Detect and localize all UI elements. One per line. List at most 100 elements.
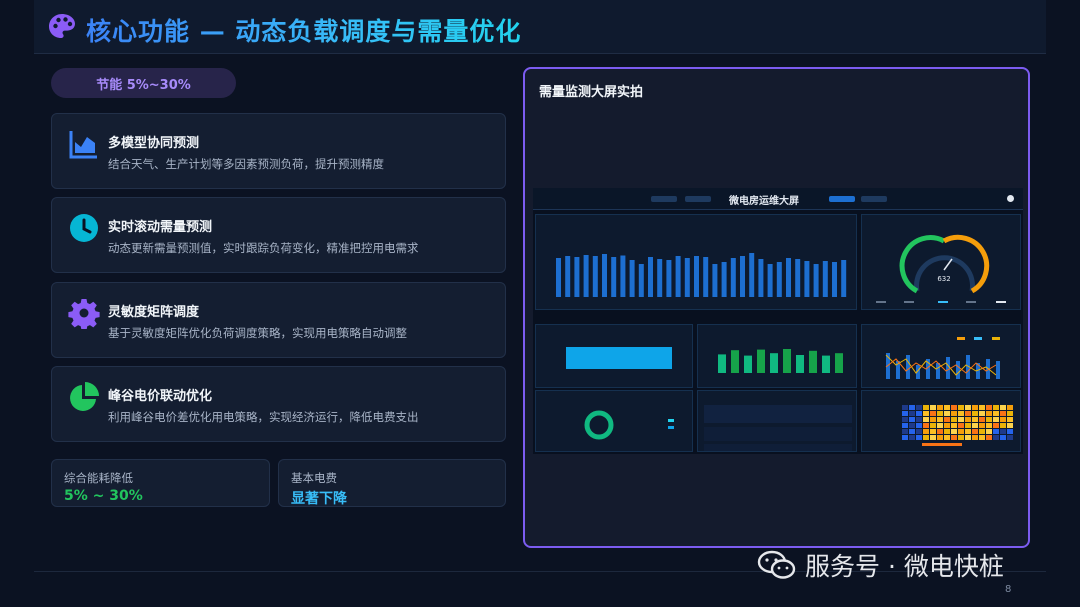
heatmap-cell (993, 429, 999, 434)
heatmap-cell (909, 405, 915, 410)
dashboard-screenshot: 微电房运维大屏 632 (533, 188, 1023, 454)
gauge-chart: 632 (876, 234, 1006, 303)
thumbnail-green-bar (809, 350, 817, 373)
thumbnail-bar (583, 255, 589, 297)
dashboard-tab (685, 196, 711, 202)
combo-chart (885, 337, 1000, 379)
heatmap-cell (979, 429, 985, 434)
thumbnail-green-bar (822, 355, 830, 373)
thumbnail-bar (565, 256, 571, 297)
dashboard-tab-active (829, 196, 855, 202)
heatmap-cell (930, 417, 936, 422)
heatmap-cell (916, 417, 922, 422)
heatmap-cell (951, 411, 957, 416)
heatmap-cell (909, 423, 915, 428)
heatmap-cell (916, 429, 922, 434)
dashboard-log-panel (697, 390, 857, 452)
dashboard-topbar: 微电房运维大屏 (533, 188, 1023, 210)
heatmap-cell (930, 405, 936, 410)
heatmap-cell (1007, 417, 1013, 422)
heatmap-cell (923, 423, 929, 428)
heatmap-cell (979, 417, 985, 422)
heatmap-cell (958, 417, 964, 422)
heatmap-cell (986, 429, 992, 434)
heatmap-cell (951, 429, 957, 434)
feature-desc: 利用峰谷电价差优化用电策略，实现经济运行，降低电费支出 (108, 410, 419, 424)
heatmap-cell (930, 423, 936, 428)
header-bar: 核心功能 — 动态负载调度与需量优化 (34, 0, 1046, 54)
thumbnail-bar (694, 256, 699, 297)
dashboard-donut-panel (535, 390, 693, 452)
heatmap-cell (930, 429, 936, 434)
heatmap-cell (902, 417, 908, 422)
heatmap-cell (909, 429, 915, 434)
feature-card-multi-model: 多模型协同预测 结合天气、生产计划等多因素预测负荷，提升预测精度 (51, 113, 506, 189)
gear-icon (68, 299, 100, 329)
heatmap-cell (972, 405, 978, 410)
heatmap-cell (944, 435, 950, 440)
heatmap-cell (1007, 435, 1013, 440)
thumbnail-bar (740, 256, 745, 297)
heatmap-cell (902, 435, 908, 440)
heatmap-cell (986, 423, 992, 428)
thumbnail-bar (776, 262, 782, 297)
feature-title: 峰谷电价联动优化 (108, 389, 213, 404)
heatmap-cell (944, 423, 950, 428)
heatmap-cell (993, 411, 999, 416)
heatmap-cell (979, 435, 985, 440)
heatmap-cell (909, 417, 915, 422)
heatmap-cell (951, 423, 957, 428)
heatmap-cell (972, 429, 978, 434)
heatmap-cell (937, 417, 943, 422)
thumbnail-bar (832, 262, 837, 297)
gauge-value: 632 (937, 275, 950, 283)
feature-title: 多模型协同预测 (108, 136, 200, 151)
thumbnail-bar (675, 256, 681, 297)
thumbnail-green-bar (757, 349, 765, 373)
thumbnail-bar (841, 260, 847, 297)
heatmap-cell (979, 411, 985, 416)
user-icon (1007, 195, 1014, 202)
watermark: 服务号 · 微电快桩 (757, 547, 1004, 583)
heatmap-cell (1000, 411, 1006, 416)
heatmap-cell (944, 405, 950, 410)
heatmap-cell (986, 417, 992, 422)
dashboard-heatmap-panel (861, 390, 1021, 452)
thumbnail-bar (556, 258, 561, 297)
heatmap-cell (937, 423, 943, 428)
heatmap-cell (1007, 423, 1013, 428)
heatmap-cell (965, 423, 971, 428)
heatmap-cell (916, 411, 922, 416)
dashboard-tab (651, 196, 677, 202)
heatmap-cell (993, 435, 999, 440)
feature-title: 灵敏度矩阵调度 (108, 305, 200, 320)
heatmap-cell (930, 411, 936, 416)
heatmap-cell (909, 411, 915, 416)
heatmap-cell (965, 411, 971, 416)
thumbnail-green-bar (783, 349, 791, 373)
pie-chart-icon (70, 382, 99, 411)
dashboard-green-bar-panel (697, 324, 857, 388)
stat-value: 5% ~ 30% (64, 488, 143, 504)
thumbnail-bar (813, 264, 819, 297)
heatmap-cell (951, 435, 957, 440)
thumbnail-bar (620, 255, 626, 297)
heatmap-cell (986, 435, 992, 440)
watermark-text: 服务号 · 微电快桩 (805, 552, 1004, 581)
wechat-icon (757, 550, 796, 579)
heatmap-cell (965, 435, 971, 440)
heatmap-cell (972, 435, 978, 440)
clock-icon (70, 214, 98, 242)
feature-desc: 动态更新需量预测值，实时跟踪负荷变化，精准把控用电需求 (108, 241, 419, 255)
dashboard-tab (861, 196, 887, 202)
heatmap-cell (923, 429, 929, 434)
dashboard-bar-panel (535, 214, 857, 310)
heatmap-cell (986, 411, 992, 416)
feature-card-sensitivity-matrix: 灵敏度矩阵调度 基于灵敏度矩阵优化负荷调度策略，实现用电策略自动调整 (51, 282, 506, 358)
thumbnail-green-bar (770, 353, 778, 373)
feature-card-realtime-forecast: 实时滚动需量预测 动态更新需量预测值，实时跟踪负荷变化，精准把控用电需求 (51, 197, 506, 273)
thumbnail-bar (574, 257, 580, 297)
heatmap-cell (958, 429, 964, 434)
heatmap-cell (993, 423, 999, 428)
thumbnail-bar (657, 259, 663, 297)
